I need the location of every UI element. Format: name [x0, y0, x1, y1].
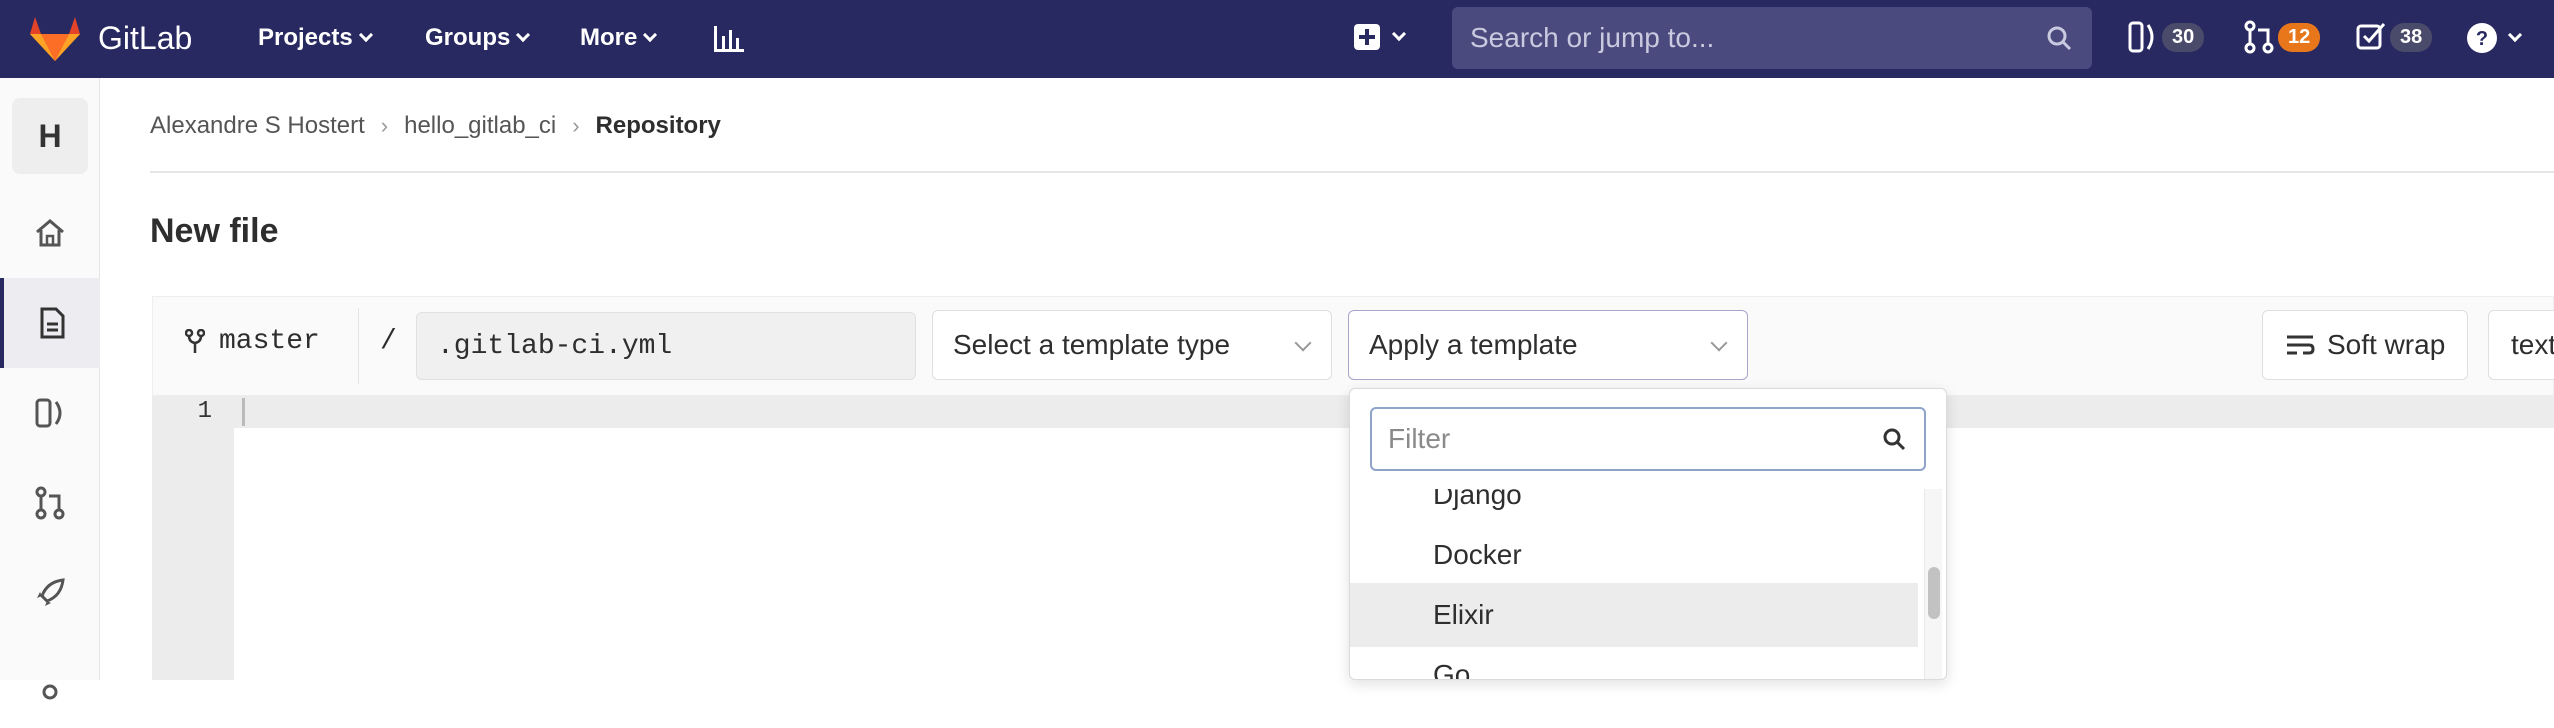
- sidebar-item-operations[interactable]: [0, 638, 100, 728]
- chevron-down-icon: [1294, 334, 1312, 352]
- issues-icon: [35, 398, 62, 428]
- chevron-down-icon: [516, 27, 531, 43]
- editor-gutter: [152, 396, 234, 680]
- repository-file-icon: [40, 307, 65, 339]
- svg-text:?: ?: [2476, 28, 2488, 50]
- chevron-down-icon: [358, 27, 373, 43]
- project-avatar[interactable]: H: [12, 98, 88, 174]
- merge-request-icon: [35, 486, 65, 520]
- template-type-label: Select a template type: [953, 329, 1231, 360]
- soft-wrap-label: Soft wrap: [2327, 329, 2446, 360]
- branch-label: master: [219, 326, 320, 357]
- template-filter-input[interactable]: [1372, 409, 1924, 469]
- sidebar-item-issues[interactable]: [0, 368, 100, 458]
- template-item-django[interactable]: Django: [1350, 489, 1918, 527]
- merge-requests-count-badge: 12: [2278, 22, 2321, 52]
- search-icon: [2047, 26, 2072, 51]
- header-divider: [358, 308, 359, 384]
- apply-template-select[interactable]: Apply a template: [1348, 310, 1748, 380]
- top-navbar: GitLab Projects Groups More Search or ju…: [0, 0, 2554, 78]
- soft-wrap-button[interactable]: Soft wrap: [2262, 310, 2468, 380]
- chevron-down-icon: [2507, 27, 2523, 43]
- path-separator: /: [380, 326, 397, 357]
- breadcrumb: Alexandre S Hostert › hello_gitlab_ci › …: [150, 112, 721, 140]
- gitlab-logo-icon[interactable]: [30, 17, 80, 61]
- branch-name: master: [185, 326, 320, 357]
- help-question-icon: ?: [2467, 23, 2497, 53]
- breadcrumb-project-link[interactable]: hello_gitlab_ci: [404, 112, 556, 140]
- template-filter-box: [1370, 407, 1926, 471]
- chevron-right-icon: ›: [380, 113, 389, 138]
- breadcrumb-owner-link[interactable]: Alexandre S Hostert: [150, 112, 365, 140]
- new-dropdown-button[interactable]: [1354, 24, 1407, 50]
- dropdown-scrollbar[interactable]: [1924, 489, 1942, 679]
- line-number: 1: [197, 398, 212, 425]
- projects-menu[interactable]: Projects: [258, 24, 373, 52]
- breadcrumb-current[interactable]: Repository: [596, 112, 721, 140]
- template-item-go[interactable]: Go: [1350, 643, 1918, 679]
- issues-icon: [2128, 21, 2154, 53]
- groups-label: Groups: [425, 24, 511, 51]
- template-list: Django Docker Elixir Go: [1350, 489, 1918, 679]
- help-menu[interactable]: ?: [2466, 22, 2523, 54]
- todo-check-icon: [2356, 23, 2386, 50]
- template-dropdown-menu: Django Docker Elixir Go: [1349, 388, 1947, 680]
- sidebar-item-ci-cd[interactable]: [0, 548, 100, 638]
- branch-fork-icon: [185, 328, 205, 353]
- todos-count-badge: 38: [2390, 22, 2433, 52]
- issues-counter[interactable]: 30: [2128, 20, 2205, 54]
- template-item-docker[interactable]: Docker: [1350, 523, 1918, 587]
- chevron-right-icon: ›: [572, 113, 580, 138]
- issues-count-badge: 30: [2162, 22, 2205, 52]
- search-box: [1452, 7, 2092, 69]
- search-icon: [1883, 428, 1906, 451]
- todos-counter[interactable]: 38: [2356, 20, 2433, 54]
- plus-square-icon: [1354, 24, 1380, 50]
- scrollbar-thumb[interactable]: [1928, 567, 1940, 619]
- projects-label: Projects: [258, 24, 353, 51]
- breadcrumb-divider: [150, 171, 2554, 173]
- groups-menu[interactable]: Groups: [425, 24, 531, 52]
- brand-name[interactable]: GitLab: [98, 20, 192, 57]
- home-icon: [36, 219, 64, 247]
- template-item-elixir[interactable]: Elixir: [1350, 583, 1918, 647]
- search-input[interactable]: [1452, 7, 2092, 69]
- rocket-icon: [37, 578, 65, 606]
- file-name-input[interactable]: [416, 312, 916, 380]
- page-title: New file: [150, 212, 279, 250]
- chevron-down-icon: [1710, 334, 1728, 352]
- soft-wrap-icon: [2287, 335, 2315, 355]
- apply-template-label: Apply a template: [1369, 329, 1578, 360]
- project-sidebar: H: [0, 78, 100, 700]
- sidebar-item-merge-requests[interactable]: [0, 458, 100, 548]
- template-type-select[interactable]: Select a template type: [932, 310, 1332, 380]
- more-menu[interactable]: More: [580, 24, 658, 52]
- merge-requests-counter[interactable]: 12: [2244, 20, 2321, 54]
- activity-chart-icon[interactable]: [712, 22, 746, 54]
- chevron-down-icon: [643, 27, 658, 43]
- sidebar-item-project-overview[interactable]: [0, 188, 100, 278]
- editor-cursor: [242, 398, 245, 426]
- merge-request-icon: [2244, 20, 2274, 54]
- chevron-down-icon: [1391, 26, 1407, 42]
- sidebar-item-repository[interactable]: [0, 278, 100, 368]
- editor-mode-button[interactable]: text: [2488, 310, 2554, 380]
- more-label: More: [580, 24, 638, 51]
- operations-icon: [42, 684, 58, 700]
